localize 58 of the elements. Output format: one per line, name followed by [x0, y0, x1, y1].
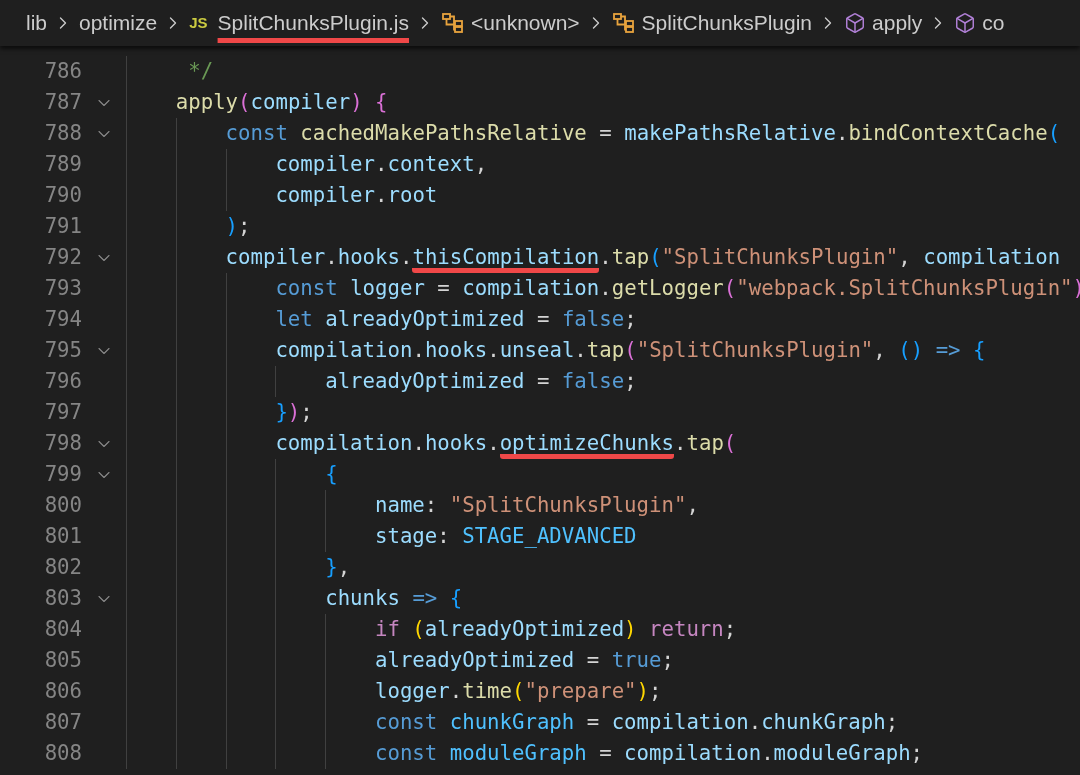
line-number: 793 [43, 275, 82, 302]
code-line: compilation.hooks.optimizeChunks.tap( [275, 428, 737, 459]
code-line: */ [188, 58, 214, 85]
line-number: 798 [43, 430, 82, 457]
code-line: compiler.root [275, 182, 438, 209]
line-number: 806 [43, 678, 82, 705]
line-number: 791 [43, 213, 82, 240]
symbol-tree-icon [441, 12, 465, 34]
line-number: 805 [43, 647, 82, 674]
code-line: const moduleGraph = compilation.moduleGraph; [375, 740, 924, 767]
code-line: ); [225, 213, 251, 240]
breadcrumb-item[interactable]: optimize [79, 7, 158, 39]
line-number: 802 [43, 554, 82, 581]
line-number: 808 [43, 740, 82, 767]
line-number: 794 [43, 306, 82, 333]
code-line: stage: STAGE_ADVANCED [375, 523, 637, 550]
code-line: let alreadyOptimized = false; [275, 306, 637, 333]
symbol-tree-icon [611, 12, 636, 34]
code-line: if (alreadyOptimized) return; [375, 616, 737, 643]
breadcrumb-item[interactable]: SplitChunksPlugin [641, 7, 813, 39]
line-number: 790 [43, 182, 82, 209]
code-line: const chunkGraph = compilation.chunkGraph; [375, 709, 899, 736]
code-line: const cachedMakePathsRelative = makePathsRelative.bindContextCache( [225, 120, 1061, 147]
breadcrumb-item[interactable]: SplitChunksPlugin.js [217, 7, 409, 39]
cube-icon [954, 12, 977, 34]
line-number: 787 [43, 89, 82, 116]
code-line: compiler.context, [275, 151, 488, 178]
line-number: 789 [43, 151, 82, 178]
code-line: alreadyOptimized = true; [375, 647, 674, 674]
code-line: chunks => { [325, 585, 463, 612]
breadcrumb-item[interactable]: <unknown> [471, 7, 580, 39]
code-line: logger.time("prepare"); [375, 678, 662, 705]
code-line: alreadyOptimized = false; [325, 368, 637, 395]
breadcrumb-item[interactable]: lib [26, 7, 47, 39]
line-number: 786 [43, 58, 82, 85]
line-number: 792 [43, 244, 82, 271]
line-number: 804 [43, 616, 82, 643]
js-file-icon: JS [189, 11, 208, 35]
code-line: compilation.hooks.unseal.tap("SplitChunksPlugin", () => { [275, 337, 986, 364]
line-number: 803 [43, 585, 82, 612]
breadcrumb-item[interactable]: apply [872, 7, 923, 39]
line-number: 801 [43, 523, 82, 550]
code-line: const logger = compilation.getLogger("webpack.SplitChunksPlugin") [275, 275, 1080, 302]
cube-icon [844, 12, 867, 34]
code-line: name: "SplitChunksPlugin", [375, 492, 699, 519]
line-number: 807 [43, 709, 82, 736]
line-number: 799 [43, 461, 82, 488]
line-number: 788 [43, 120, 82, 147]
code-line: apply(compiler) { [175, 89, 388, 116]
line-number: 797 [43, 399, 82, 426]
code-line: compiler.hooks.thisCompilation.tap("SplitChunksPlugin", compilation [225, 242, 1061, 273]
line-number: 800 [43, 492, 82, 519]
line-number: 795 [43, 337, 82, 364]
code-line: }, [325, 554, 351, 581]
breadcrumb-item[interactable]: co [982, 7, 1005, 39]
line-number: 796 [43, 368, 82, 395]
code-line: }); [275, 399, 313, 426]
code-line: { [325, 461, 338, 488]
